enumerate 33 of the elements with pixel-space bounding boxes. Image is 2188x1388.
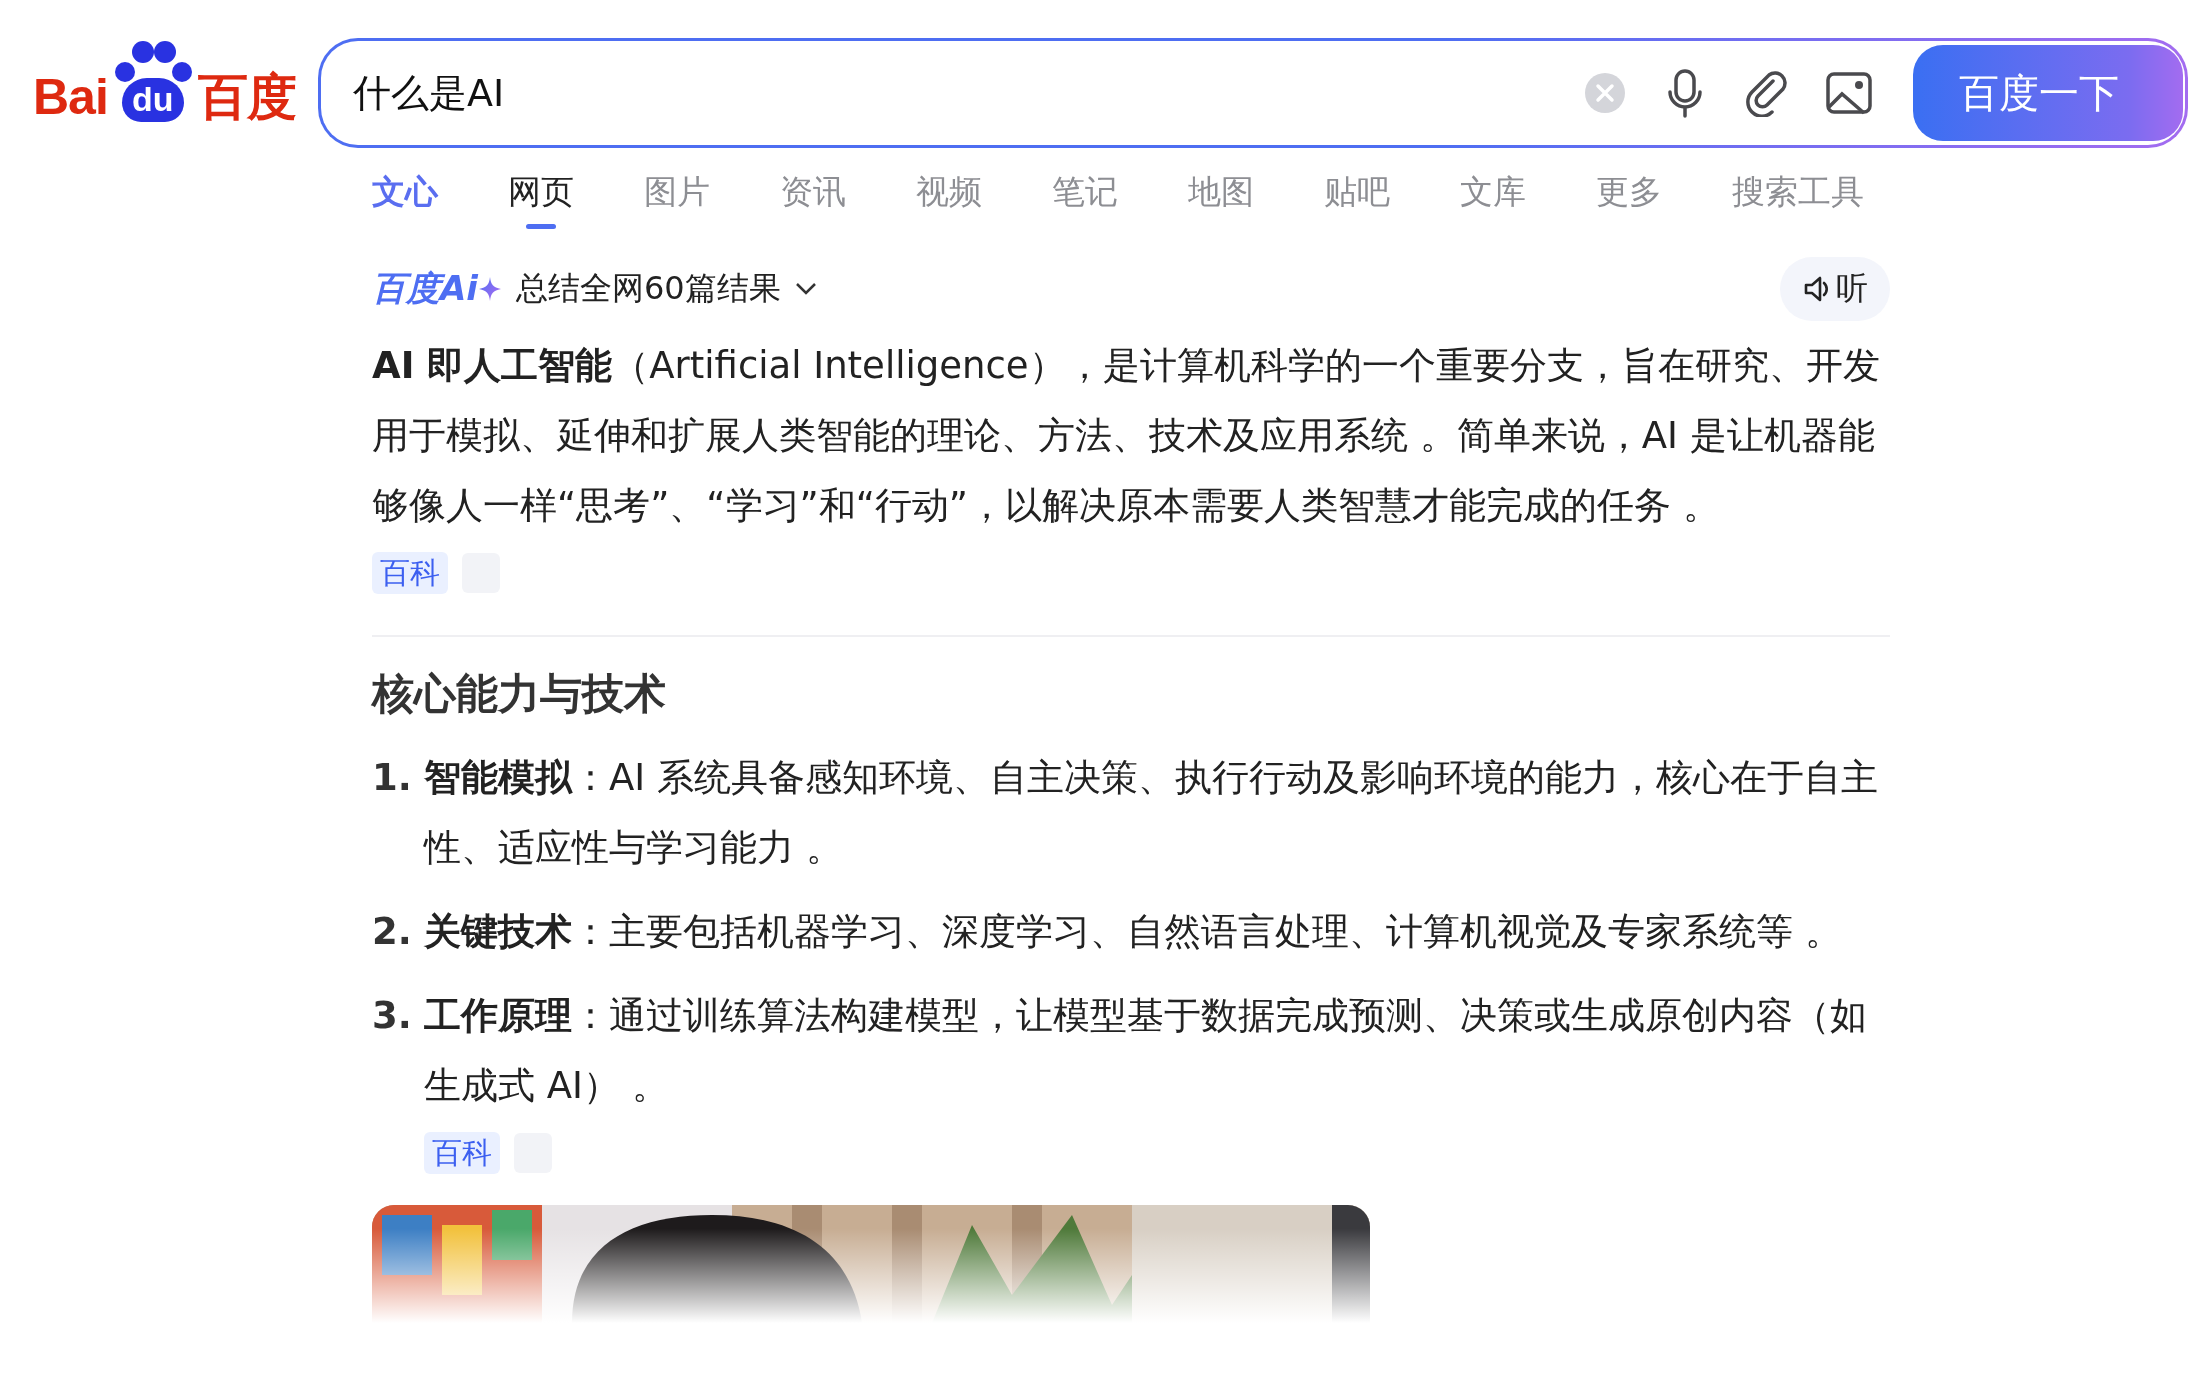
search-button[interactable]: 百度一下	[1913, 45, 2183, 141]
tab[interactable]: 图片	[644, 170, 710, 229]
tab[interactable]: 更多	[1596, 170, 1662, 229]
microphone-icon[interactable]	[1665, 68, 1705, 118]
tab[interactable]: 搜索工具	[1732, 170, 1864, 229]
source-link[interactable]: 百科	[372, 552, 448, 594]
summary-paragraph: AI 即人工智能（Artificial Intelligence），是计算机科学的一个重要分支，旨在研究、开发用于模拟、延伸和扩展人类智能的理论、方法、技术及应用系统 。简单来说，AI 是让机器能够像人一样“思考”、“学习”和“行动”，以解决原本需要人类智慧才能完成的任务 。	[372, 343, 1881, 529]
list-number: 2.	[372, 909, 413, 955]
tab[interactable]: 地图	[1188, 170, 1254, 229]
logo-text: Bai	[33, 72, 108, 122]
image-icon[interactable]	[1825, 71, 1873, 115]
paperclip-icon[interactable]	[1743, 69, 1787, 117]
tab[interactable]: 视频	[916, 170, 982, 229]
source-link[interactable]: 百科	[424, 1132, 500, 1174]
tab[interactable]: 网页	[508, 170, 574, 229]
ai-logo-text: 百度Ai	[372, 267, 478, 310]
tab[interactable]: 笔记	[1052, 170, 1118, 229]
search-field[interactable]: 什么是AI 百度一下	[318, 38, 2188, 148]
tab[interactable]: 贴吧	[1324, 170, 1390, 229]
chevron-down-icon[interactable]	[794, 282, 817, 296]
list-number: 1.	[372, 755, 413, 801]
tab[interactable]: 资讯	[780, 170, 846, 229]
list-item-text: 工作原理：通过训练算法构建模型，让模型基于数据完成预测、决策或生成原创内容（如生成式 AI） 。	[424, 993, 1868, 1109]
list-number: 3.	[372, 993, 413, 1039]
tab[interactable]: 文心	[372, 170, 438, 229]
summary-dropdown[interactable]: 总结全网60篇结果	[515, 267, 817, 311]
tab[interactable]: 文库	[1460, 170, 1526, 229]
logo-text: du	[122, 78, 184, 122]
list-item-text: 智能模拟：AI 系统具备感知环境、自主决策、执行行动及影响环境的能力，核心在于自主性、适应性与学习能力 。	[424, 755, 1879, 871]
list-item-text: 关键技术：主要包括机器学习、深度学习、自然语言处理、计算机视觉及专家系统等 。	[424, 909, 1843, 955]
listen-button[interactable]: 听	[1780, 257, 1890, 321]
logo-text: 百度	[197, 72, 296, 122]
section-heading: 核心能力与技术	[372, 668, 667, 720]
